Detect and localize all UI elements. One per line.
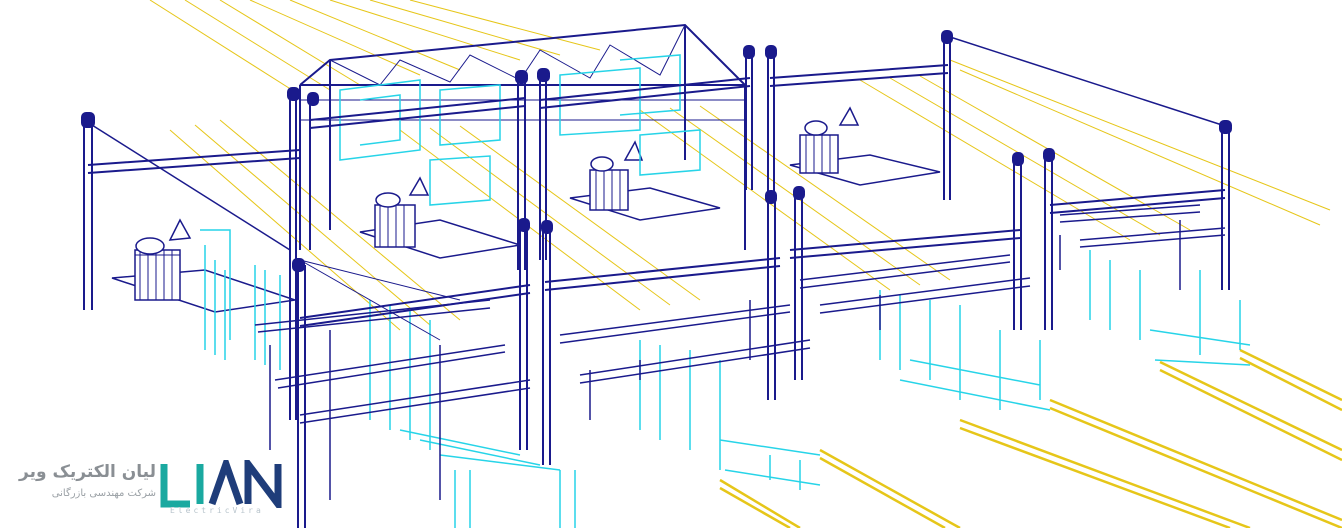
transformers	[134, 106, 860, 301]
substation-wireframe-drawing	[81, 0, 1342, 528]
company-tagline-fa: شرکت مهندسی بازرگانی	[51, 488, 156, 499]
busbar-racks	[254, 204, 1226, 500]
outgoing-cables	[719, 348, 1342, 528]
equipment-frames	[200, 54, 1251, 528]
company-name-fa: لیان الکتریک ویر	[19, 462, 156, 482]
lian-logo-mark	[160, 460, 282, 508]
overhead-cables	[149, 0, 1331, 331]
company-logo: لیان الکتریک ویر شرکت مهندسی بازرگانی El…	[10, 458, 285, 520]
logo-subtitle: ElectricVira	[170, 506, 264, 515]
